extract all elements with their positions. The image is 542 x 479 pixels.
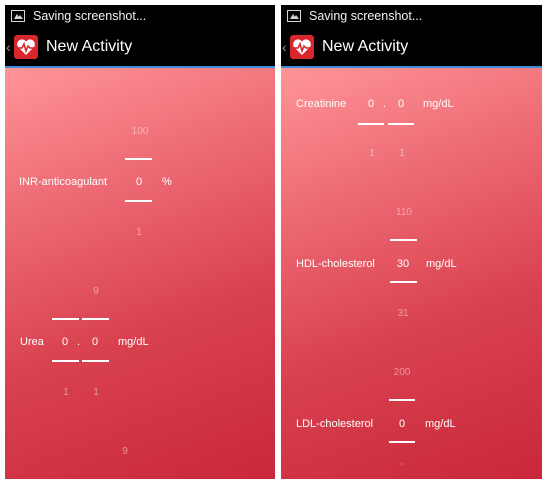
ldl-unit: mg/dL bbox=[425, 418, 456, 430]
ldl-label: LDL-cholesterol bbox=[296, 418, 374, 430]
inr-unit: % bbox=[162, 176, 172, 188]
inr-picker-top-line bbox=[125, 158, 152, 160]
urea-dec-bottom-line bbox=[82, 360, 109, 362]
creatinine-int-next: 1 bbox=[369, 148, 375, 159]
creatinine-label: Creatinine bbox=[296, 98, 347, 110]
ldl-prev-value: 200 bbox=[393, 367, 411, 378]
creatinine-dec-bottom-line bbox=[388, 123, 414, 125]
ldl-value[interactable]: 0 bbox=[394, 418, 410, 430]
hdl-prev-value: 110 bbox=[396, 207, 412, 218]
ldl-next-value: ' bbox=[401, 462, 403, 473]
inr-next-value: 1 bbox=[136, 227, 142, 238]
ldl-picker-bottom-line bbox=[389, 441, 415, 443]
urea-int-bottom-line bbox=[52, 360, 79, 362]
image-icon bbox=[287, 10, 301, 22]
page-title: New Activity bbox=[46, 38, 133, 55]
urea-int-value[interactable]: 0 bbox=[57, 336, 73, 348]
page-title: New Activity bbox=[322, 38, 409, 55]
creatinine-int-bottom-line bbox=[358, 123, 384, 125]
form-area: Creatinine 0 . 0 mg/dL 1 1 110 HDL-chole… bbox=[281, 68, 542, 479]
urea-dec-top-line bbox=[82, 318, 109, 320]
right-screen: Saving screenshot... ‹ New Activity Crea… bbox=[281, 5, 542, 479]
image-icon bbox=[11, 10, 25, 22]
status-bar: Saving screenshot... bbox=[5, 5, 275, 29]
urea-decimal-point: . bbox=[77, 336, 81, 348]
status-text: Saving screenshot... bbox=[33, 9, 147, 23]
inr-label: INR-anticoagulant bbox=[19, 176, 108, 188]
hdl-picker-top-line bbox=[390, 239, 417, 241]
creatinine-int-value[interactable]: 0 bbox=[363, 98, 379, 110]
urea-dec-value[interactable]: 0 bbox=[87, 336, 103, 348]
inr-value[interactable]: 0 bbox=[129, 176, 149, 188]
form-area: 100 INR-anticoagulant 0 % 1 9 Urea 0 . 0… bbox=[5, 68, 275, 479]
action-bar: ‹ New Activity bbox=[281, 29, 542, 68]
heart-pulse-icon[interactable] bbox=[14, 35, 38, 59]
creatinine-decimal-point: . bbox=[383, 98, 387, 110]
urea-prev-value: 9 bbox=[93, 286, 99, 297]
inr-prev-value: 100 bbox=[131, 126, 149, 137]
hdl-value[interactable]: 30 bbox=[392, 258, 414, 270]
hdl-label: HDL-cholesterol bbox=[296, 258, 375, 270]
next-field-partial-value: 9 bbox=[122, 446, 128, 457]
back-icon[interactable]: ‹ bbox=[6, 39, 11, 55]
heart-pulse-icon[interactable] bbox=[290, 35, 314, 59]
inr-picker-bottom-line bbox=[125, 200, 152, 202]
urea-int-top-line bbox=[52, 318, 79, 320]
urea-label: Urea bbox=[20, 336, 44, 348]
status-text: Saving screenshot... bbox=[309, 9, 423, 23]
status-bar: Saving screenshot... bbox=[281, 5, 542, 29]
creatinine-dec-next: 1 bbox=[399, 148, 405, 159]
creatinine-unit: mg/dL bbox=[423, 98, 454, 110]
creatinine-dec-value[interactable]: 0 bbox=[393, 98, 409, 110]
back-icon[interactable]: ‹ bbox=[282, 39, 287, 55]
urea-unit: mg/dL bbox=[118, 336, 149, 348]
urea-int-next: 1 bbox=[63, 387, 69, 398]
action-bar: ‹ New Activity bbox=[5, 29, 275, 68]
left-screen: Saving screenshot... ‹ New Activity 100 … bbox=[5, 5, 275, 479]
hdl-next-value: 31 bbox=[397, 308, 409, 319]
hdl-picker-bottom-line bbox=[390, 281, 417, 283]
ldl-picker-top-line bbox=[389, 399, 415, 401]
urea-dec-next: 1 bbox=[93, 387, 99, 398]
hdl-unit: mg/dL bbox=[426, 258, 457, 270]
